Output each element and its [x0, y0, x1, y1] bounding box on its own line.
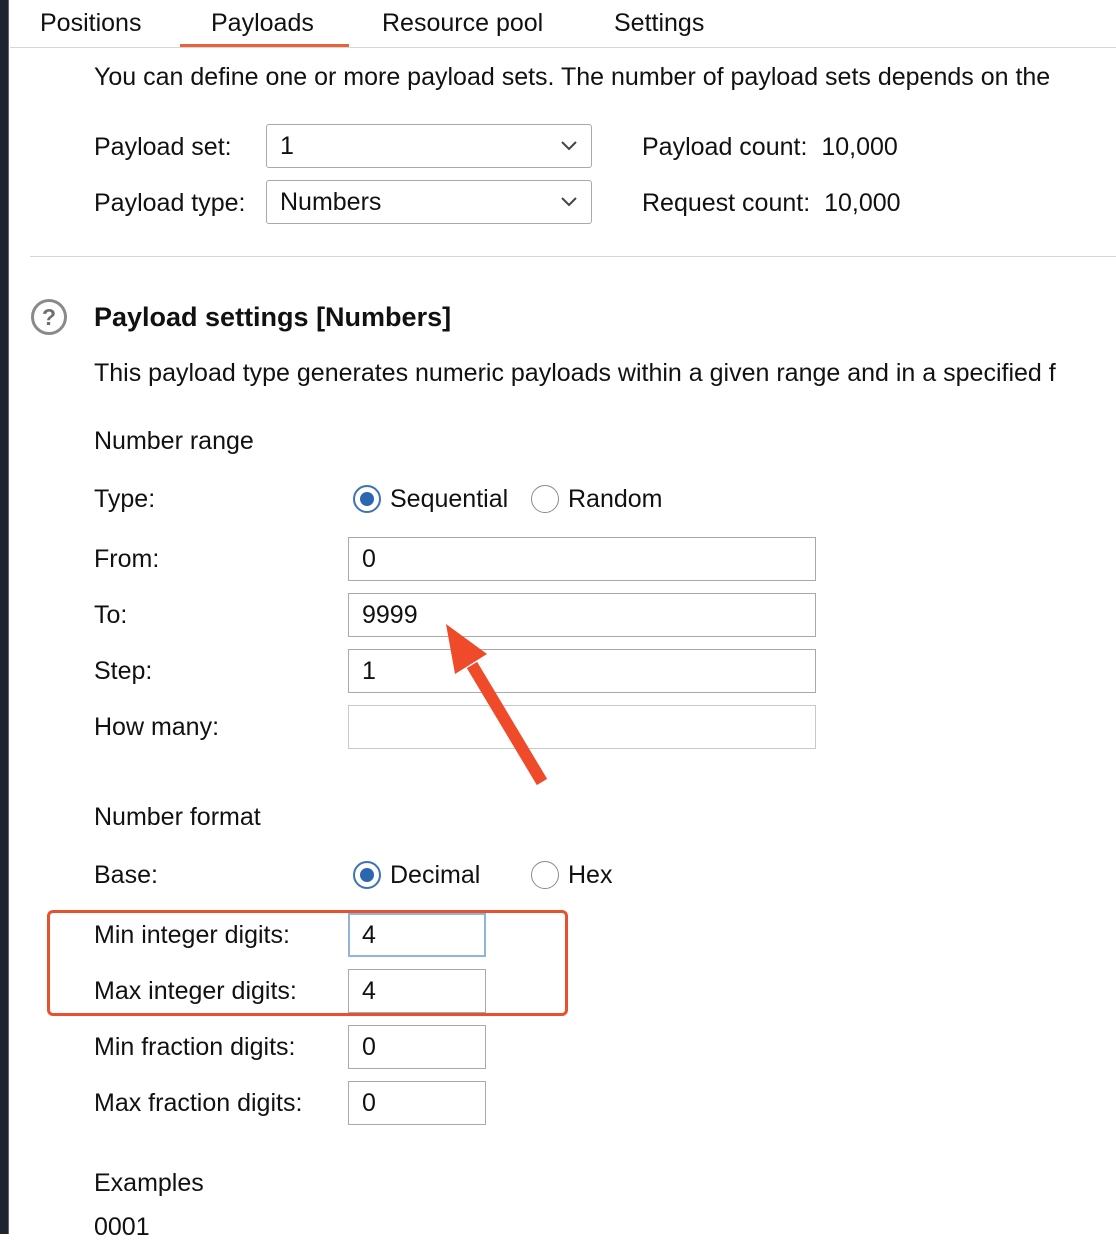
number-format-heading: Number format	[94, 803, 261, 831]
request-count: Request count: 10,000	[642, 186, 901, 220]
random-label[interactable]: Random	[568, 482, 663, 516]
sequential-radio[interactable]	[353, 485, 381, 513]
max-fraction-digits-label: Max fraction digits:	[94, 1089, 303, 1117]
min-fraction-digits-input[interactable]: 0	[348, 1025, 486, 1069]
examples-heading: Examples	[94, 1169, 204, 1197]
payload-type-select[interactable]: Numbers	[266, 180, 592, 224]
section-divider	[30, 256, 1116, 257]
from-label: From:	[94, 545, 160, 573]
number-range-heading: Number range	[94, 427, 254, 455]
from-input[interactable]: 0	[348, 537, 816, 581]
tab-payloads[interactable]: Payloads	[180, 6, 349, 47]
how-many-label: How many:	[94, 713, 220, 741]
decimal-label[interactable]: Decimal	[390, 858, 480, 892]
tab-settings[interactable]: Settings	[614, 6, 704, 40]
hex-radio[interactable]	[531, 861, 559, 889]
example-value: 0001	[94, 1213, 150, 1241]
how-many-input[interactable]	[348, 705, 816, 749]
request-count-label: Request count:	[642, 189, 811, 217]
annotation-highlight-box	[47, 910, 568, 1016]
min-fraction-digits-label: Min fraction digits:	[94, 1033, 296, 1061]
payload-type-value: Numbers	[280, 188, 382, 216]
chevron-down-icon	[561, 197, 577, 207]
window-left-edge	[0, 0, 9, 1234]
to-label: To:	[94, 601, 128, 629]
payload-type-label: Payload type:	[94, 189, 246, 217]
payload-set-select[interactable]: 1	[266, 124, 592, 168]
chevron-down-icon	[561, 141, 577, 151]
type-label: Type:	[94, 485, 156, 513]
help-icon[interactable]: ?	[31, 299, 67, 335]
to-input[interactable]: 9999	[348, 593, 816, 637]
base-label: Base:	[94, 861, 158, 889]
annotation-arrow	[446, 624, 548, 786]
tab-positions[interactable]: Positions	[40, 6, 141, 40]
intro-text: You can define one or more payload sets.…	[94, 63, 1051, 91]
decimal-radio[interactable]	[353, 861, 381, 889]
payload-settings-title: Payload settings [Numbers]	[94, 302, 452, 332]
payload-set-label: Payload set:	[94, 133, 232, 161]
payload-set-value: 1	[280, 132, 294, 160]
tab-resource-pool[interactable]: Resource pool	[382, 6, 543, 40]
step-label: Step:	[94, 657, 153, 685]
step-input[interactable]: 1	[348, 649, 816, 693]
tab-bar: Positions Payloads Resource pool Setting…	[10, 0, 1116, 48]
payload-count-label: Payload count:	[642, 133, 808, 161]
hex-label[interactable]: Hex	[568, 858, 612, 892]
payload-count: Payload count: 10,000	[642, 130, 898, 164]
request-count-value: 10,000	[824, 189, 901, 217]
max-fraction-digits-input[interactable]: 0	[348, 1081, 486, 1125]
payload-count-value: 10,000	[821, 133, 898, 161]
sequential-label[interactable]: Sequential	[390, 482, 508, 516]
random-radio[interactable]	[531, 485, 559, 513]
payload-settings-description: This payload type generates numeric payl…	[94, 359, 1056, 387]
